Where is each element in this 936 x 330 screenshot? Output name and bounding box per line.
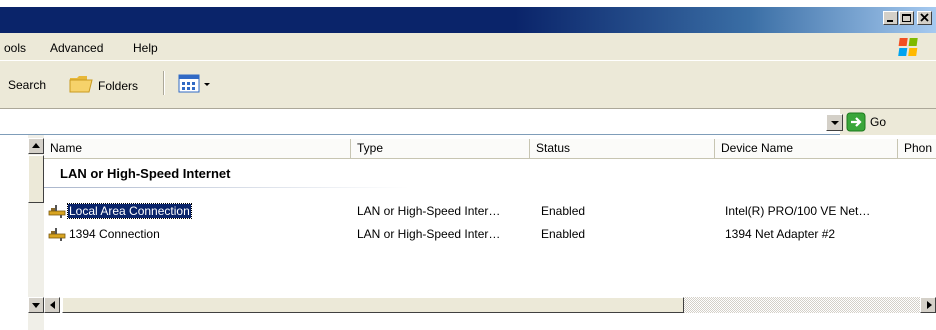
group-divider	[44, 187, 409, 188]
column-header-name[interactable]: Name	[44, 139, 351, 158]
column-header-device-name[interactable]: Device Name	[715, 139, 898, 158]
group-header: LAN or High-Speed Internet	[60, 166, 231, 181]
row-name: 1394 Connection	[69, 227, 160, 241]
row-device-name: 1394 Net Adapter #2	[725, 227, 836, 241]
menu-bar: ools Advanced Help	[0, 33, 936, 61]
windows-logo-icon	[896, 36, 922, 58]
row-status: Enabled	[541, 204, 586, 218]
go-button[interactable]: Go	[846, 112, 896, 132]
table-row[interactable]: 1394 Connection LAN or High-Speed Inter……	[44, 225, 936, 245]
row-name: Local Area Connection	[67, 203, 192, 219]
row-status: Enabled	[541, 227, 586, 241]
toolbar: Search Folders	[0, 61, 936, 109]
title-bar-band	[0, 7, 936, 33]
go-arrow-icon	[846, 112, 866, 135]
scroll-down-button[interactable]	[28, 297, 44, 313]
row-type: LAN or High-Speed Inter…	[357, 227, 501, 241]
minimize-icon[interactable]	[883, 11, 898, 25]
folders-icon	[68, 71, 94, 98]
network-connection-icon	[48, 226, 66, 245]
address-bar: Go	[0, 109, 936, 135]
column-header-phone[interactable]: Phon	[898, 139, 936, 158]
row-type: LAN or High-Speed Inter…	[357, 204, 501, 218]
menu-tools[interactable]: ools	[4, 41, 26, 55]
title-bar	[0, 0, 936, 33]
horizontal-scrollbar[interactable]	[0, 297, 936, 313]
horizontal-scroll-thumb[interactable]	[62, 297, 684, 313]
maximize-icon[interactable]	[899, 11, 914, 25]
vertical-scroll-thumb[interactable]	[28, 155, 44, 203]
column-header-status[interactable]: Status	[530, 139, 715, 158]
scroll-left-button[interactable]	[44, 297, 60, 313]
network-connection-icon	[48, 203, 66, 222]
column-header: Name Type Status Device Name Phon	[44, 139, 936, 159]
go-button-label: Go	[870, 115, 887, 129]
search-button-label: Search	[8, 78, 47, 92]
scroll-right-button[interactable]	[920, 297, 936, 313]
address-input[interactable]	[0, 109, 840, 135]
toolbar-separator	[163, 71, 165, 95]
row-device-name: Intel(R) PRO/100 VE Net…	[725, 204, 871, 218]
scroll-up-button[interactable]	[28, 138, 44, 154]
folders-button[interactable]: Folders	[68, 71, 158, 101]
menu-help[interactable]: Help	[133, 41, 158, 55]
folders-button-label: Folders	[98, 79, 139, 93]
views-button[interactable]	[178, 73, 220, 95]
address-dropdown-button[interactable]	[826, 114, 843, 131]
close-icon[interactable]	[917, 11, 932, 25]
menu-advanced[interactable]: Advanced	[50, 41, 103, 55]
views-icon	[178, 73, 220, 98]
column-header-type[interactable]: Type	[351, 139, 530, 158]
table-row[interactable]: Local Area Connection LAN or High-Speed …	[44, 202, 936, 222]
